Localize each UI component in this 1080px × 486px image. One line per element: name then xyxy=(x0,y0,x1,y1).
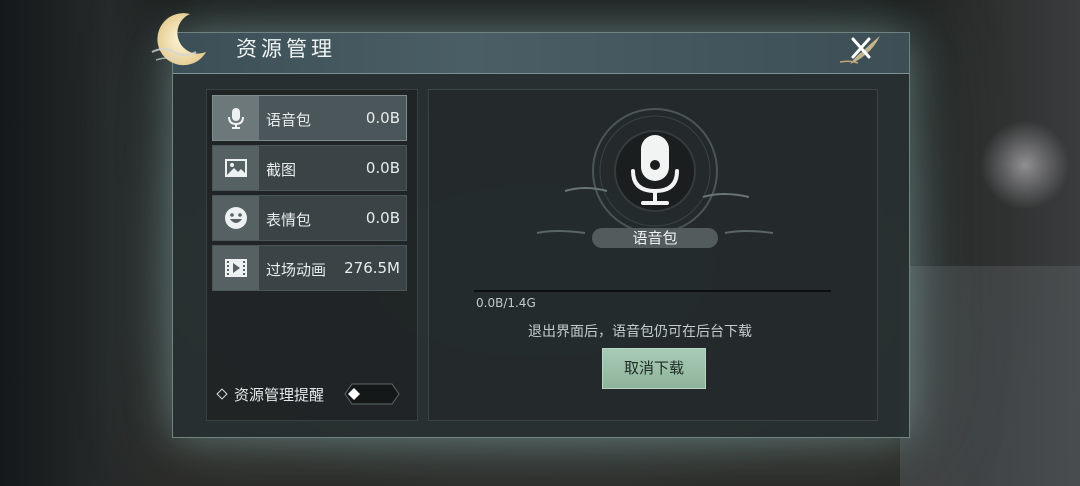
microphone-icon xyxy=(228,108,244,129)
resource-item-label: 过场动画 xyxy=(266,261,327,279)
resource-item-screenshots[interactable]: 截图 0.0B xyxy=(212,145,407,191)
close-button[interactable] xyxy=(836,30,886,70)
resource-item-voice-pack[interactable]: 语音包 0.0B xyxy=(212,95,407,141)
reminder-toggle[interactable] xyxy=(342,383,400,405)
resource-item-size: 0.0B xyxy=(365,109,400,127)
download-resource-title: 语音包 xyxy=(592,228,718,248)
background-download-hint: 退出界面后，语音包仍可在后台下载 xyxy=(528,324,752,340)
resource-item-size: 0.0B xyxy=(365,209,400,227)
voice-pack-emblem xyxy=(536,108,774,234)
dialog-title: 资源管理 xyxy=(236,37,336,61)
resource-item-label: 截图 xyxy=(266,161,297,179)
smiley-icon xyxy=(225,207,247,229)
reminder-label: 资源管理提醒 xyxy=(234,386,325,404)
background-blossom-tree xyxy=(980,120,1070,210)
resource-item-cutscenes[interactable]: 过场动画 276.5M xyxy=(212,245,407,291)
background-floor xyxy=(900,266,1080,486)
cancel-download-button[interactable]: 取消下载 xyxy=(602,348,706,389)
crescent-moon-icon xyxy=(151,13,206,66)
resource-item-size: 0.0B xyxy=(365,159,400,177)
reminder-setting: 资源管理提醒 xyxy=(216,384,325,405)
diamond-bullet-icon xyxy=(216,387,228,400)
film-icon xyxy=(225,259,247,277)
image-icon xyxy=(225,159,247,177)
resource-item-emoji-pack[interactable]: 表情包 0.0B xyxy=(212,195,407,241)
resource-item-size: 276.5M xyxy=(344,259,400,277)
resource-item-label: 表情包 xyxy=(266,211,312,229)
resource-item-label: 语音包 xyxy=(266,111,312,129)
background-left xyxy=(0,0,180,486)
download-progress-text: 0.0B/1.4G xyxy=(476,296,536,310)
download-progress-bar xyxy=(474,290,831,292)
